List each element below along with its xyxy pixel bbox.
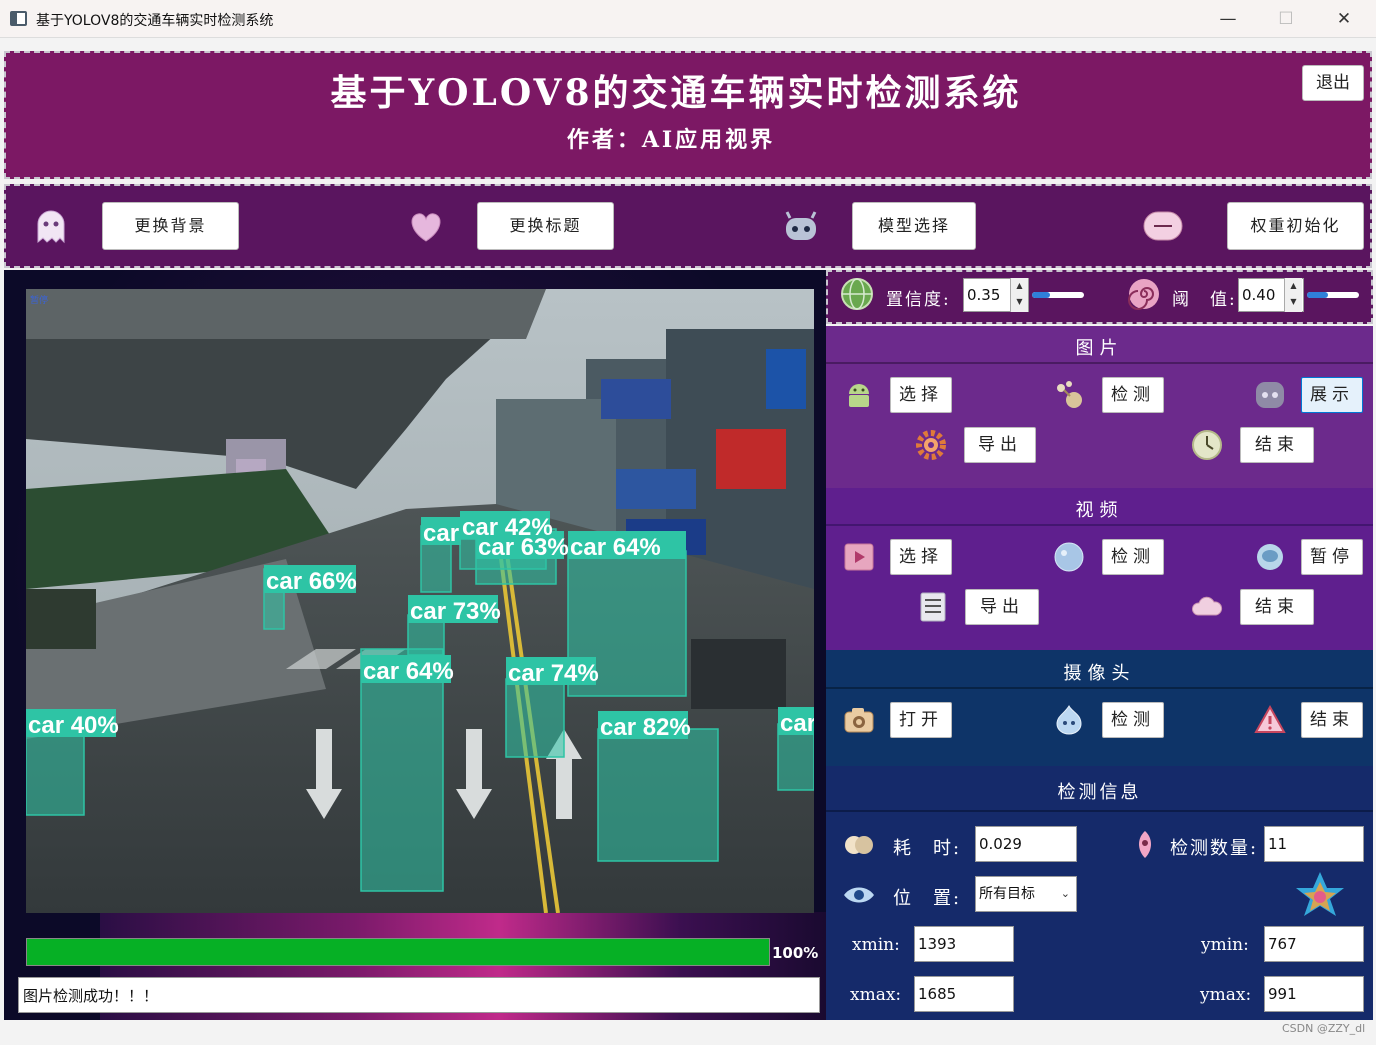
ymax-label: ymax: <box>1200 985 1252 1005</box>
count-field[interactable]: 11 <box>1264 826 1364 862</box>
detection-label: car 74% <box>508 660 599 687</box>
capsule-face-icon <box>1143 211 1183 241</box>
pause-tag: 暂停 <box>30 294 48 306</box>
camera-open-button[interactable]: 打开 <box>890 702 952 738</box>
video-pause-button[interactable]: 暂停 <box>1301 539 1363 575</box>
divider <box>826 810 1373 812</box>
info-section-header: 检测信息 <box>1057 782 1142 803</box>
window-title: 基于YOLOV8的交通车辆实时检测系统 <box>36 13 274 29</box>
threshold-stepper[interactable]: ▲ ▼ <box>1284 278 1302 312</box>
molecule-icon <box>1057 381 1082 408</box>
divider <box>826 362 1373 364</box>
progress-text: 100% <box>772 944 819 962</box>
change-title-button[interactable]: 更换标题 <box>477 202 614 250</box>
threshold-label: 阈 值: <box>1172 290 1237 310</box>
image-end-button[interactable]: 结束 <box>1240 427 1314 463</box>
xmax-field[interactable]: 1685 <box>914 976 1014 1012</box>
model-select-button[interactable]: 模型选择 <box>852 202 976 250</box>
clock-icon <box>1192 430 1222 460</box>
position-select-value: 所有目标 <box>979 886 1035 902</box>
progress-fill <box>27 939 769 965</box>
camera-icon <box>844 708 874 733</box>
cloud-icon <box>1192 596 1222 616</box>
xmin-label: xmin: <box>852 935 900 955</box>
heart-icon <box>411 213 441 242</box>
robot-face-icon <box>1256 382 1284 408</box>
image-section-header: 图片 <box>1075 338 1124 359</box>
video-detect-button[interactable]: 检测 <box>1102 539 1164 575</box>
minimize-button[interactable]: — <box>1208 6 1248 32</box>
bubble-face-icon <box>1054 542 1084 572</box>
video-end-button[interactable]: 结束 <box>1240 589 1314 625</box>
video-export-button[interactable]: 导出 <box>965 589 1039 625</box>
eye-icon <box>844 887 874 903</box>
confidence-label: 置信度: <box>886 290 951 310</box>
detection-label: car 40% <box>28 712 119 739</box>
maximize-button[interactable]: ☐ <box>1266 6 1306 32</box>
chevron-down-icon: ⌄ <box>1060 887 1070 900</box>
ymin-field[interactable]: 767 <box>1264 926 1364 962</box>
detection-label: car 73% <box>410 598 501 625</box>
threshold-slider-fill <box>1307 292 1328 298</box>
android-icon <box>849 384 869 407</box>
video-section-header: 视频 <box>1075 500 1124 521</box>
divider <box>826 687 1373 689</box>
rocket-icon <box>1139 831 1151 858</box>
author-subtitle: 作者：AI应用视界 <box>566 127 776 153</box>
hourglass-icon <box>845 836 873 854</box>
astronaut-icon <box>1257 544 1283 570</box>
status-message: 图片检测成功！！！ <box>18 977 820 1013</box>
position-select[interactable]: 所有目标 ⌄ <box>975 876 1077 912</box>
image-detect-button[interactable]: 检测 <box>1102 377 1164 413</box>
street-scene: car 42% car 63% car 64% car 66% car 73% … <box>26 289 814 913</box>
ymin-label: ymin: <box>1201 935 1249 955</box>
robot-icon <box>785 211 817 240</box>
star-logo-icon <box>1296 872 1344 916</box>
image-show-button[interactable]: 展示 <box>1301 377 1363 413</box>
xmin-field[interactable]: 1393 <box>914 926 1014 962</box>
page-title: 基于YOLOV8的交通车辆实时检测系统 <box>330 72 1022 114</box>
play-icon <box>844 543 874 571</box>
camera-section-header: 摄像头 <box>1063 663 1136 684</box>
exit-button[interactable]: 退出 <box>1302 65 1364 101</box>
app-icon <box>10 11 27 26</box>
status-bar <box>0 1020 1376 1045</box>
xmax-label: xmax: <box>850 985 902 1005</box>
document-icon <box>920 592 946 622</box>
time-label: 耗 时: <box>893 838 962 859</box>
camera-detect-button[interactable]: 检测 <box>1102 702 1164 738</box>
weight-init-button[interactable]: 权重初始化 <box>1227 202 1364 250</box>
detection-label: car <box>780 710 814 737</box>
spiral-icon <box>1128 279 1159 310</box>
detection-label: car 64% <box>570 534 661 561</box>
count-label: 检测数量: <box>1170 838 1259 859</box>
detection-label: car 63% <box>478 534 569 561</box>
detection-label: car 66% <box>266 568 357 595</box>
globe-icon <box>841 278 873 310</box>
detection-label: car 64% <box>363 658 454 685</box>
detection-label: car <box>423 520 459 547</box>
confidence-slider-fill <box>1032 292 1050 298</box>
image-select-button[interactable]: 选择 <box>890 377 952 413</box>
detection-image: car 42% car 63% car 64% car 66% car 73% … <box>26 289 814 913</box>
video-select-button[interactable]: 选择 <box>890 539 952 575</box>
position-label: 位 置: <box>893 888 962 909</box>
ymax-field[interactable]: 991 <box>1264 976 1364 1012</box>
confidence-stepper[interactable]: ▲ ▼ <box>1010 278 1028 312</box>
camera-end-button[interactable]: 结束 <box>1301 702 1363 738</box>
flame-face-icon <box>1056 704 1082 735</box>
divider <box>826 524 1373 526</box>
time-field[interactable]: 0.029 <box>975 826 1077 862</box>
detection-label: car 82% <box>600 714 691 741</box>
watermark: CSDN @ZZY_dl <box>1282 1022 1366 1035</box>
ghost-icon <box>37 210 65 244</box>
change-background-button[interactable]: 更换背景 <box>102 202 239 250</box>
warning-icon <box>1254 704 1286 733</box>
image-export-button[interactable]: 导出 <box>964 427 1036 463</box>
close-button[interactable]: ✕ <box>1324 6 1364 32</box>
gear-icon <box>916 430 946 460</box>
